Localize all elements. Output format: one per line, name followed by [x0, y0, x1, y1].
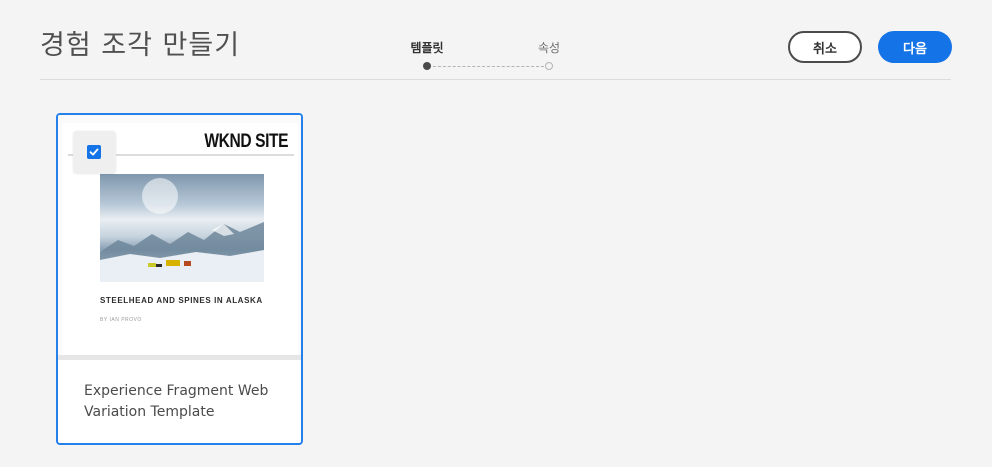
- selected-checkbox[interactable]: [87, 145, 101, 159]
- checkmark-icon: [89, 148, 99, 156]
- thumbnail-article-title: STEELHEAD AND SPINES IN ALASKA: [100, 296, 263, 305]
- hero-image: [100, 174, 264, 282]
- thumbnail-article-byline: BY IAN PROVO: [100, 317, 142, 323]
- header-divider: [40, 79, 951, 80]
- page-title: 경험 조각 만들기: [40, 30, 241, 61]
- template-card[interactable]: WKND SITE STEELHEAD AND SPINES IN ALASKA…: [56, 113, 303, 445]
- step-properties-indicator: [545, 62, 553, 70]
- template-name: Experience Fragment Web Variation Templa…: [84, 383, 269, 420]
- step-template-label[interactable]: 템플릿: [410, 39, 443, 56]
- card-divider: [58, 355, 301, 360]
- next-button[interactable]: 다음: [878, 31, 952, 63]
- site-logo-text: WKND SITE: [204, 131, 288, 152]
- wizard-steps: 템플릿 속성: [390, 36, 590, 76]
- select-card-toggle[interactable]: [73, 131, 116, 174]
- template-thumbnail: WKND SITE STEELHEAD AND SPINES IN ALASKA…: [58, 115, 301, 355]
- step-connector: [433, 66, 544, 67]
- cancel-button[interactable]: 취소: [788, 31, 862, 63]
- step-properties-label[interactable]: 속성: [538, 39, 560, 56]
- step-template-indicator: [423, 62, 431, 70]
- wizard-header: 경험 조각 만들기 템플릿 속성 취소 다음: [0, 0, 992, 82]
- mountain-camp-illustration: [100, 178, 264, 282]
- create-experience-fragment-page: 경험 조각 만들기 템플릿 속성 취소 다음 WKND SITE STEELHE…: [0, 0, 992, 467]
